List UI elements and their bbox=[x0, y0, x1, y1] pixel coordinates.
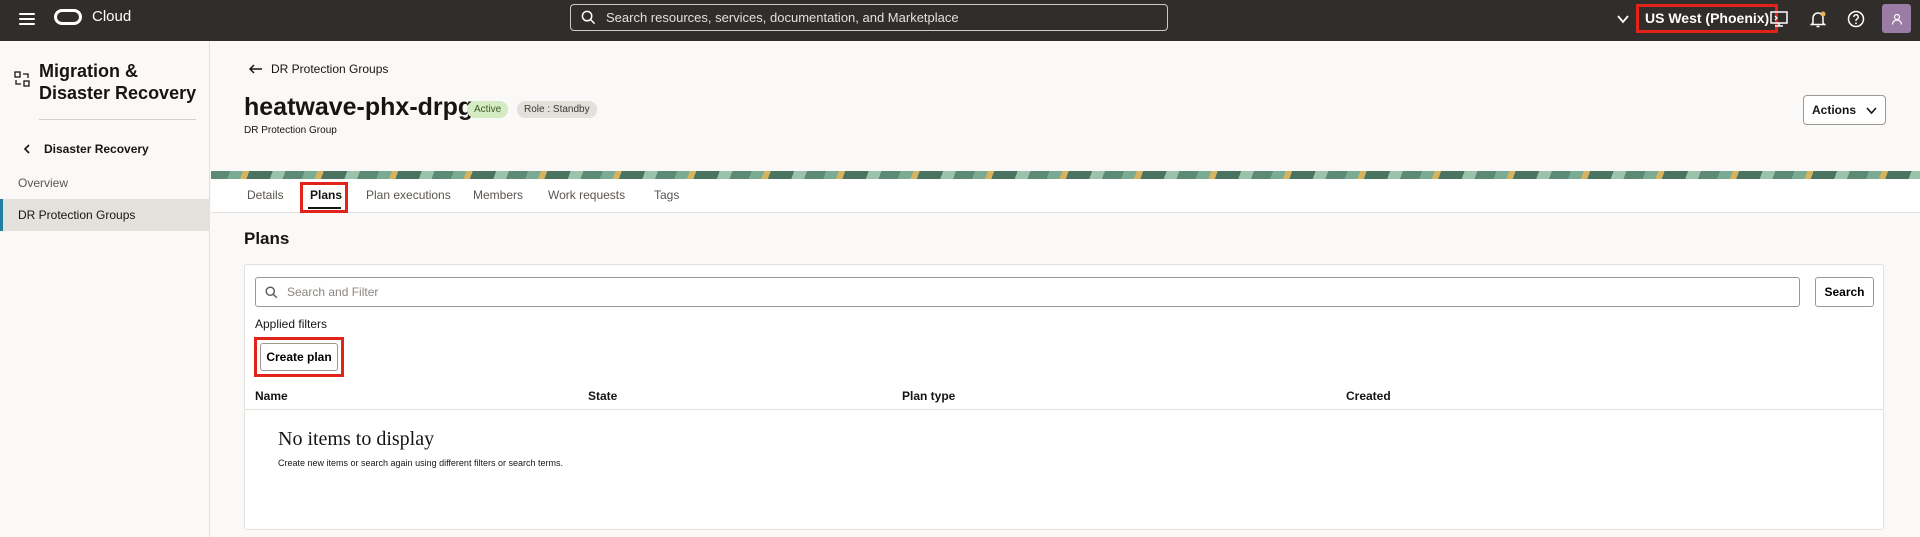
search-icon bbox=[265, 286, 278, 298]
cloud-shell-icon[interactable] bbox=[1769, 9, 1789, 29]
search-button[interactable]: Search bbox=[1815, 277, 1874, 307]
chevron-down-icon[interactable] bbox=[1616, 12, 1630, 26]
filter-input[interactable] bbox=[287, 285, 1777, 299]
oracle-o-icon bbox=[54, 8, 82, 25]
status-badge: Active bbox=[467, 101, 509, 118]
page-subtitle: DR Protection Group bbox=[244, 125, 337, 136]
search-icon bbox=[581, 10, 596, 25]
sidebar-back-label: Disaster Recovery bbox=[44, 142, 149, 156]
chevron-left-icon bbox=[23, 144, 30, 154]
top-bar: Cloud US West (Phoenix) bbox=[0, 0, 1920, 41]
tab-details[interactable]: Details bbox=[247, 188, 284, 202]
sidebar: Migration & Disaster Recovery Disaster R… bbox=[0, 41, 210, 537]
plans-panel: Search Applied filters Create plan Name … bbox=[244, 264, 1884, 530]
column-header-name[interactable]: Name bbox=[255, 389, 288, 403]
section-title: Plans bbox=[244, 229, 290, 248]
sidebar-back-link[interactable]: Disaster Recovery bbox=[22, 142, 149, 156]
sidebar-title: Migration & Disaster Recovery bbox=[39, 61, 197, 103]
tab-members[interactable]: Members bbox=[473, 188, 523, 202]
table-divider bbox=[245, 409, 1883, 410]
empty-state-title: No items to display bbox=[278, 428, 435, 450]
tab-plans[interactable]: Plans bbox=[310, 188, 342, 202]
tab-active-indicator bbox=[308, 207, 341, 209]
tab-bar: Details Plans Plan executions Members Wo… bbox=[211, 179, 1920, 213]
breadcrumb-label: DR Protection Groups bbox=[271, 62, 389, 76]
tab-tags[interactable]: Tags bbox=[654, 188, 679, 202]
global-search[interactable] bbox=[570, 4, 1168, 31]
applied-filters-label: Applied filters bbox=[255, 317, 328, 331]
avatar[interactable] bbox=[1882, 4, 1911, 33]
main-content: DR Protection Groups heatwave-phx-drpg A… bbox=[211, 41, 1920, 537]
arrow-left-icon bbox=[249, 64, 262, 74]
column-header-created[interactable]: Created bbox=[1346, 389, 1391, 403]
column-header-plan-type[interactable]: Plan type bbox=[902, 389, 955, 403]
decorative-banner bbox=[211, 171, 1920, 179]
hamburger-icon[interactable] bbox=[17, 10, 37, 30]
empty-state-message: Create new items or search again using d… bbox=[278, 458, 563, 468]
sidebar-divider bbox=[39, 119, 196, 120]
actions-label: Actions bbox=[1811, 103, 1856, 117]
bell-icon[interactable] bbox=[1808, 9, 1828, 29]
tab-work-requests[interactable]: Work requests bbox=[548, 188, 625, 202]
actions-button[interactable]: Actions bbox=[1803, 95, 1886, 125]
chevron-down-icon bbox=[1866, 106, 1877, 114]
user-icon bbox=[1891, 13, 1902, 25]
role-badge: Role : Standby bbox=[517, 101, 597, 118]
region-selector[interactable]: US West (Phoenix) bbox=[1636, 4, 1779, 33]
sidebar-item-overview[interactable]: Overview bbox=[18, 176, 68, 190]
create-plan-highlight: Create plan bbox=[254, 337, 344, 377]
global-search-input[interactable] bbox=[606, 10, 1146, 25]
column-header-state[interactable]: State bbox=[588, 389, 617, 403]
filter-field[interactable] bbox=[255, 277, 1800, 307]
brand-label: Cloud bbox=[92, 8, 132, 25]
help-icon[interactable] bbox=[1846, 9, 1866, 29]
oracle-logo[interactable]: Cloud bbox=[54, 8, 131, 25]
tab-plan-executions[interactable]: Plan executions bbox=[366, 188, 451, 202]
create-plan-button[interactable]: Create plan bbox=[260, 343, 338, 371]
migration-icon bbox=[14, 71, 30, 87]
sidebar-item-dr-protection-groups[interactable]: DR Protection Groups bbox=[0, 199, 209, 231]
page-title: heatwave-phx-drpg bbox=[244, 93, 474, 121]
breadcrumb[interactable]: DR Protection Groups bbox=[249, 62, 388, 76]
